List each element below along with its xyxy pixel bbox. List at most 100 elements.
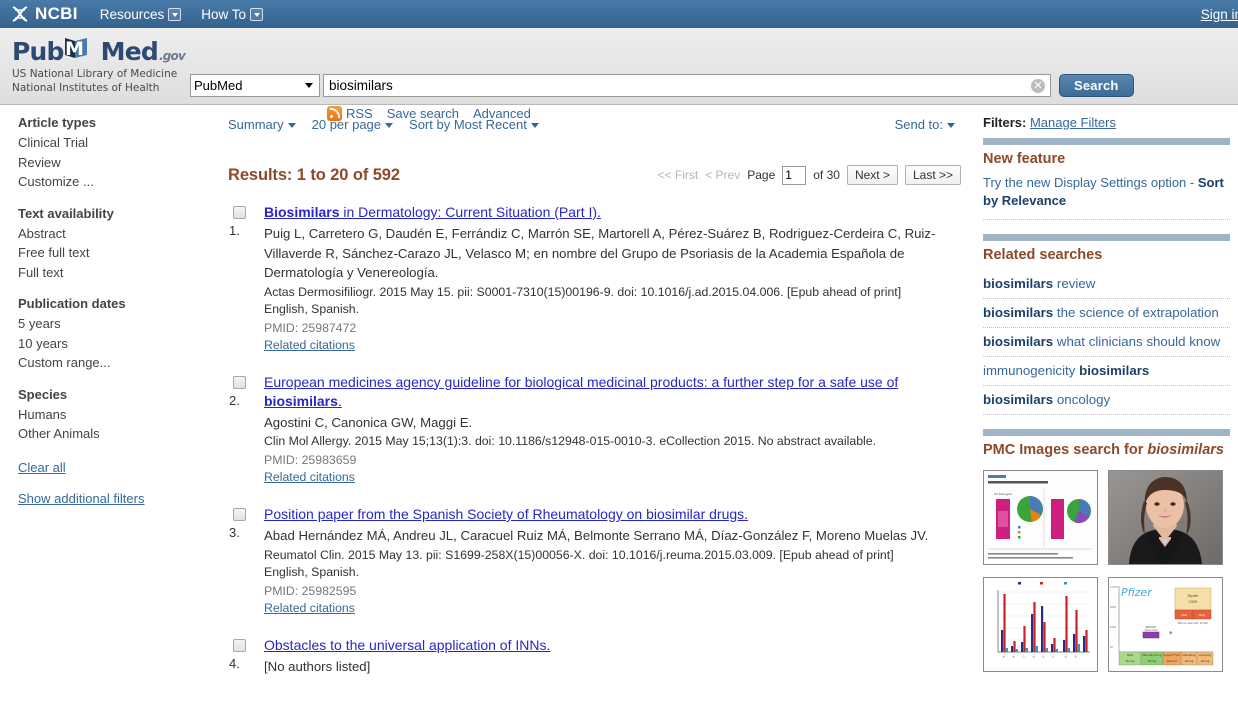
result-checkbox[interactable]: [233, 508, 246, 521]
thumb-portrait-photo[interactable]: [1108, 470, 1223, 565]
result-title-rest: in Dermatology: Current Situation (Part …: [339, 204, 601, 220]
filter-item-clinical-trial[interactable]: Clinical Trial: [18, 133, 208, 153]
next-page-button[interactable]: Next >: [846, 165, 898, 185]
svg-text:All biologics: All biologics: [994, 492, 1012, 496]
related-search-bold: biosimilars: [983, 305, 1054, 320]
result-language: English, Spanish.: [264, 301, 360, 316]
filter-item-10-years[interactable]: 10 years: [18, 334, 208, 354]
filter-item-humans[interactable]: Humans: [18, 405, 208, 425]
manage-filters-link[interactable]: Manage Filters: [1030, 115, 1116, 130]
filter-item-custom-range[interactable]: Custom range...: [18, 353, 208, 373]
new-feature-text[interactable]: Try the new Display Settings option - So…: [983, 174, 1230, 210]
svg-text:Strong: Strong: [1126, 659, 1135, 663]
new-feature-plain: Try the new Display Settings option -: [983, 175, 1198, 190]
related-search-item[interactable]: biosimilars the science of extrapolation: [983, 299, 1230, 328]
prev-page-link[interactable]: < Prev: [705, 168, 740, 182]
show-additional-filters-link[interactable]: Show additional filters: [18, 491, 208, 506]
svg-text:Strong: Strong: [1201, 659, 1210, 663]
filter-item-5-years[interactable]: 5 years: [18, 314, 208, 334]
related-search-bold: biosimilars: [983, 334, 1054, 349]
filter-item-abstract[interactable]: Abstract: [18, 224, 208, 244]
results-list: 1. Biosimilars in Dermatology: Current S…: [228, 203, 961, 676]
display-settings-bar: Summary 20 per page Sort by Most Recent …: [228, 113, 961, 135]
result-checkbox[interactable]: [233, 638, 246, 652]
filter-group-article-types: Article types Clinical Trial Review Cust…: [18, 115, 208, 192]
results-column: Summary 20 per page Sort by Most Recent …: [220, 113, 975, 722]
svg-text:Wyeth: Wyeth: [1188, 594, 1199, 598]
result-number: 1.: [229, 223, 240, 238]
related-search-item[interactable]: biosimilars what clinicians should know: [983, 328, 1230, 357]
related-citations-link[interactable]: Related citations: [264, 601, 355, 615]
search-button[interactable]: Search: [1059, 74, 1134, 97]
result-title-link[interactable]: Position paper from the Spanish Society …: [264, 505, 961, 524]
chevron-down-box-icon: [168, 7, 182, 21]
svg-text:$1200: $1200: [1110, 586, 1118, 589]
svg-text:Licensing: Licensing: [1199, 653, 1212, 657]
per-page-dropdown[interactable]: 20 per page: [312, 117, 394, 132]
related-citations-link[interactable]: Related citations: [264, 338, 355, 352]
svg-text:Marketing: Marketing: [1183, 653, 1196, 657]
filter-item-other-animals[interactable]: Other Animals: [18, 424, 208, 444]
pmc-thumbnail-grid: All biologics A B C D E F G H Pfizer $12…: [983, 470, 1230, 672]
related-search-item[interactable]: biosimilars oncology: [983, 386, 1230, 415]
result-checkbox[interactable]: [233, 375, 246, 389]
tagline-line-1: US National Library of Medicine: [12, 68, 178, 80]
result-selector: 1.: [228, 203, 264, 352]
sort-label: Sort by Most Recent: [409, 116, 527, 132]
result-pmid: PMID: 25982595: [264, 583, 357, 598]
thumb-pie-bar-chart[interactable]: All biologics: [983, 470, 1098, 565]
ncbi-logo-text: NCBI: [35, 4, 78, 23]
result-title-link[interactable]: Obstacles to the universal application o…: [264, 636, 961, 655]
result-title-link[interactable]: European medicines agency guideline for …: [264, 373, 961, 411]
result-selector: 4.: [228, 636, 264, 677]
nav-how-to-label: How To: [201, 6, 247, 22]
related-search-plain: the science of extrapolation: [1053, 305, 1219, 320]
portlet-title: PMC Images search for biosimilars: [983, 442, 1230, 458]
filter-item-free-full-text[interactable]: Free full text: [18, 243, 208, 263]
pubmed-logo[interactable]: Pub M Med .gov US National Library of Me…: [12, 36, 186, 95]
filters-label: Filters:: [983, 115, 1027, 130]
related-search-item[interactable]: biosimilars review: [983, 270, 1230, 299]
svg-text:R&D: R&D: [1127, 653, 1133, 657]
svg-text:2013-2014: 2013-2014: [1144, 629, 1158, 632]
svg-text:Before deal with Wyeth: Before deal with Wyeth: [1178, 621, 1209, 625]
thumb-pfizer-diagram[interactable]: Pfizer $1200 $800 $400 $0 Wyeth 2009 R&D…: [1108, 577, 1223, 672]
right-sidebar: Filters: Manage Filters New feature Try …: [975, 113, 1238, 722]
result-checkbox[interactable]: [233, 206, 246, 219]
result-title-link[interactable]: Biosimilars in Dermatology: Current Situ…: [264, 203, 961, 222]
sign-in-link[interactable]: Sign in: [1201, 7, 1238, 22]
result-item: 2. European medicines agency guideline f…: [228, 373, 961, 485]
filter-group-text-availability: Text availability Abstract Free full tex…: [18, 206, 208, 283]
related-citations-link[interactable]: Related citations: [264, 470, 355, 484]
filter-item-customize[interactable]: Customize ...: [18, 172, 208, 192]
filter-group-species: Species Humans Other Animals: [18, 387, 208, 444]
svg-text:Mnfg: Mnfg: [1199, 614, 1205, 617]
search-input[interactable]: [323, 74, 1051, 97]
nav-resources[interactable]: Resources: [100, 7, 182, 22]
svg-text:M: M: [65, 38, 83, 60]
result-journal: Actas Dermosifiliogr. 2015 May 15. pii: …: [264, 284, 902, 299]
first-page-link[interactable]: << First: [658, 168, 699, 182]
related-search-item[interactable]: immunogenicity biosimilars: [983, 357, 1230, 386]
clear-search-icon[interactable]: ✕: [1031, 79, 1045, 93]
thumb-grouped-bar-chart[interactable]: A B C D E F G H: [983, 577, 1098, 672]
pagination-controls: << First < Prev Page of 30 Next > Last >…: [658, 165, 961, 185]
database-select-wrapper[interactable]: PubMed: [190, 74, 320, 97]
pmc-title-query: biosimilars: [1147, 442, 1224, 458]
nav-how-to[interactable]: How To: [201, 6, 264, 22]
results-count: Results: 1 to 20 of 592: [228, 165, 400, 184]
database-select[interactable]: PubMed: [190, 74, 320, 97]
filter-item-full-text[interactable]: Full text: [18, 263, 208, 283]
page-number-input[interactable]: [782, 165, 807, 185]
related-search-plain: review: [1053, 276, 1096, 291]
ncbi-logo[interactable]: NCBI: [10, 4, 78, 24]
clear-all-link[interactable]: Clear all: [18, 460, 208, 475]
format-dropdown[interactable]: Summary: [228, 117, 296, 132]
send-to-dropdown[interactable]: Send to:: [895, 117, 955, 132]
filter-item-review[interactable]: Review: [18, 153, 208, 173]
sort-dropdown[interactable]: Sort by Most Recent: [409, 117, 539, 132]
chevron-down-icon: [947, 122, 955, 128]
svg-text:$800: $800: [1110, 606, 1117, 609]
result-pmid: PMID: 25987472: [264, 320, 357, 335]
last-page-button[interactable]: Last >>: [904, 165, 961, 185]
